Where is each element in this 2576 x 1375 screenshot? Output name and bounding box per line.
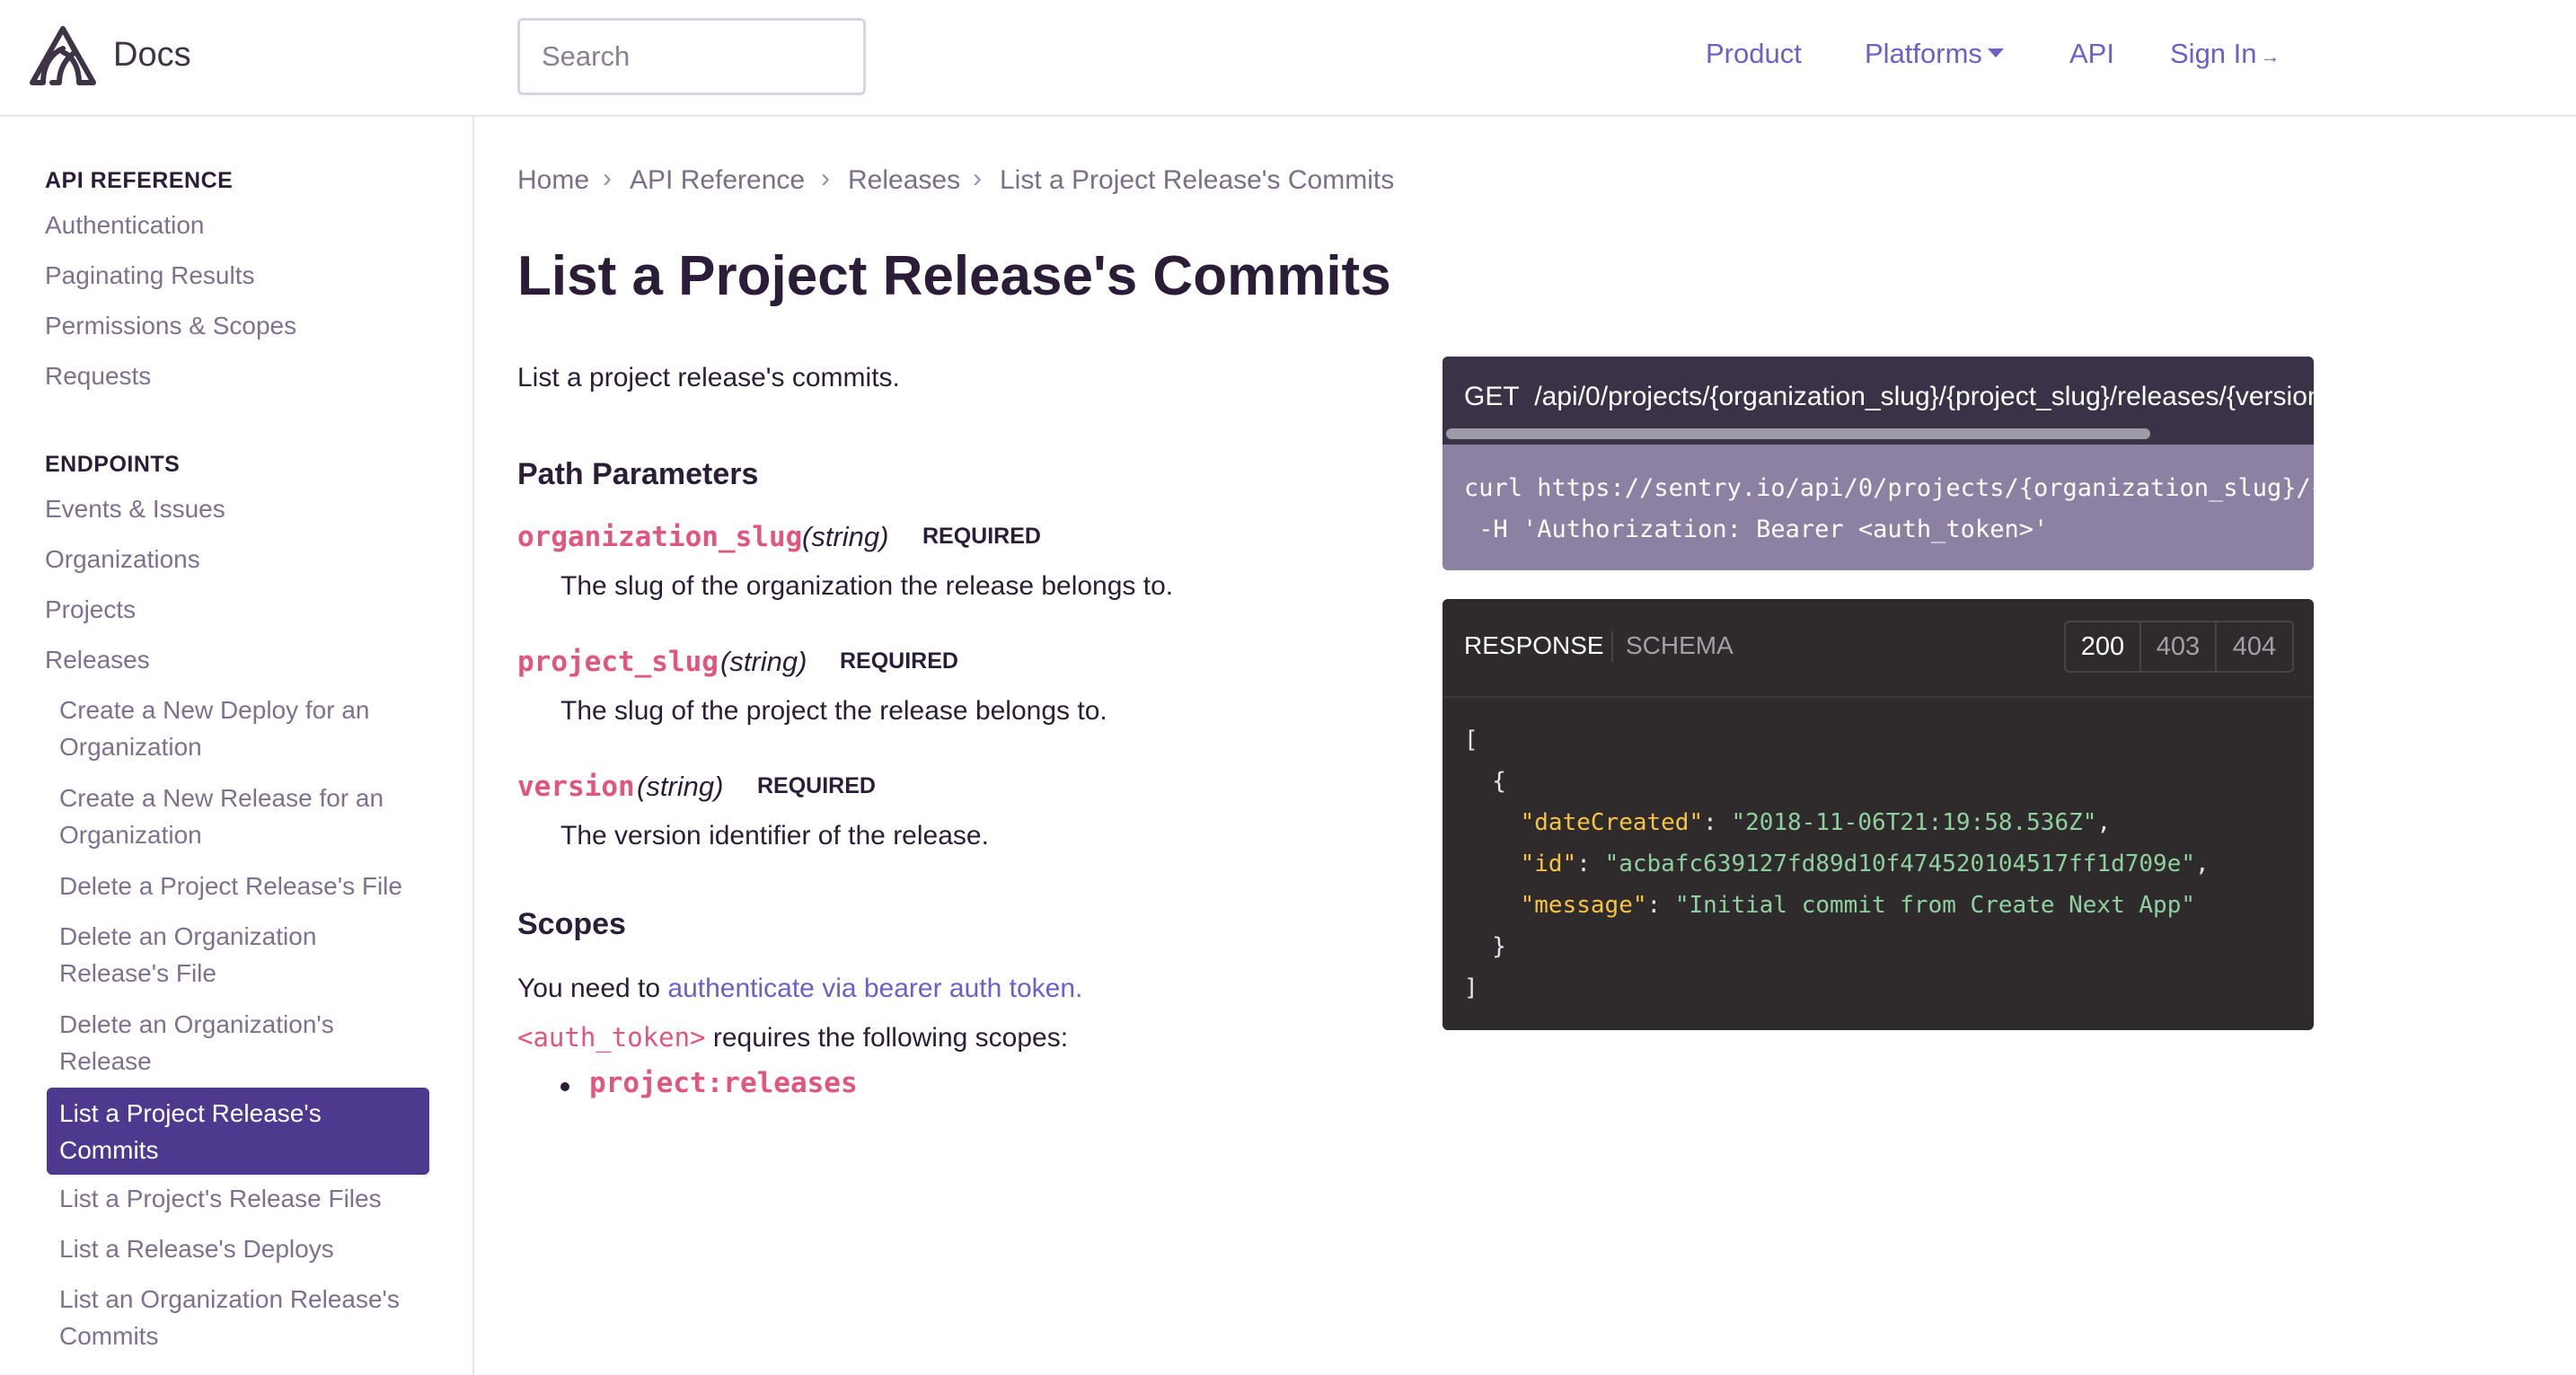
nav-api[interactable]: API [2069,38,2114,70]
param-description: The slug of the project the release belo… [560,696,1107,726]
param-description: The slug of the organization the release… [560,571,1174,601]
response-panel: RESPONSE SCHEMA 200 403 404 [ { "dateCre… [1442,599,2314,1030]
json-value: "Initial commit from Create Next App" [1674,892,2196,919]
nav-sign-in[interactable]: Sign In → [2170,38,2280,70]
sidebar-item-delete-org-release-file[interactable]: Delete an Organization Release's File [59,918,410,992]
json-value: "2018-11-06T21:19:58.536Z" [1731,809,2097,836]
curl-line: curl https://sentry.io/api/0/projects/{o… [1464,474,2314,502]
sidebar-item-list-project-release-commits[interactable]: List a Project Release's Commits [47,1088,429,1175]
scopes-sentence: You need to authenticate via bearer auth… [517,974,1082,1004]
param-name-organization-slug: organization_slug [517,521,803,553]
sidebar-item-paginating-results[interactable]: Paginating Results [45,261,254,290]
param-required-badge: REQUIRED [840,648,958,674]
top-header: Docs Product Platforms API Sign In→ [0,0,2576,117]
sidebar: API REFERENCE Authentication Paginating … [0,117,474,1375]
tab-divider [1611,631,1613,662]
caret-down-icon [1987,48,2004,57]
sidebar-item-projects[interactable]: Projects [45,595,136,624]
scope-value: project:releases [589,1067,858,1099]
breadcrumb-separator: › [603,163,612,193]
auth-token-code: <auth_token> [517,1022,706,1053]
param-required-badge: REQUIRED [922,524,1041,549]
endpoint-path: /api/0/projects/{organization_slug}/{pro… [1534,382,2314,411]
sidebar-item-delete-project-release-file[interactable]: Delete a Project Release's File [59,868,410,904]
brand-name[interactable]: Docs [113,36,191,75]
param-type: (string) [802,521,889,552]
nav-platforms-label: Platforms [1865,38,1982,69]
page-title: List a Project Release's Commits [517,245,1391,307]
nav-platforms[interactable]: Platforms [1865,38,2004,70]
search-input[interactable] [517,18,866,95]
breadcrumb-releases[interactable]: Releases [848,165,960,196]
path-parameters-heading: Path Parameters [517,457,759,491]
sentry-logo-icon[interactable] [29,25,97,90]
http-method: GET [1464,382,1520,411]
sidebar-item-authentication[interactable]: Authentication [45,211,204,240]
sidebar-item-active-label: List a Project Release's Commits [59,1099,322,1164]
sidebar-heading-endpoints: ENDPOINTS [45,452,181,477]
param-description: The version identifier of the release. [560,821,989,851]
auth-token-sentence: <auth_token> requires the following scop… [517,1022,1068,1053]
list-bullet [560,1082,569,1091]
status-404-button[interactable]: 404 [2217,622,2292,671]
curl-example: curl https://sentry.io/api/0/projects/{o… [1464,468,2314,551]
sidebar-item-permissions-scopes[interactable]: Permissions & Scopes [45,312,296,340]
request-panel: GET /api/0/projects/{organization_slug}/… [1442,357,2314,570]
response-json: [ { "dateCreated": "2018-11-06T21:19:58.… [1464,727,2210,1001]
status-code-selector: 200 403 404 [2064,621,2294,673]
sidebar-item-organizations[interactable]: Organizations [45,545,200,574]
status-200-button[interactable]: 200 [2066,622,2139,671]
param-name-version: version [517,771,635,803]
arrow-right-icon: → [2260,45,2280,67]
scopes-heading: Scopes [517,907,626,941]
response-header: RESPONSE SCHEMA 200 403 404 [1442,599,2314,698]
breadcrumb-api-reference[interactable]: API Reference [630,165,805,196]
sidebar-item-events-issues[interactable]: Events & Issues [45,495,225,524]
sidebar-item-requests[interactable]: Requests [45,362,151,391]
param-name-project-slug: project_slug [517,646,719,678]
authenticate-link[interactable]: authenticate via bearer auth token. [667,974,1082,1003]
breadcrumb-separator: › [973,163,982,193]
sidebar-item-releases[interactable]: Releases [45,646,150,674]
breadcrumb-home[interactable]: Home [517,165,589,196]
tab-schema[interactable]: SCHEMA [1626,631,1734,660]
breadcrumb-separator: › [821,163,830,193]
horizontal-scrollbar[interactable] [1446,428,2150,439]
json-value: "acbafc639127fd89d10f474520104517ff1d709… [1604,851,2196,877]
scopes-suffix: requires the following scopes: [705,1023,1069,1053]
page-intro: List a project release's commits. [517,363,900,392]
curl-line: -H 'Authorization: Bearer <auth_token>' [1464,516,2049,543]
request-endpoint-bar: GET /api/0/projects/{organization_slug}/… [1442,357,2314,445]
nav-product[interactable]: Product [1706,38,1802,70]
breadcrumb-current: List a Project Release's Commits [1000,165,1395,195]
sidebar-item-delete-org-release[interactable]: Delete an Organization's Release [59,1006,410,1080]
sidebar-item-create-deploy[interactable]: Create a New Deploy for an Organization [59,692,410,765]
param-type: (string) [720,646,807,677]
param-type: (string) [637,771,724,802]
param-required-badge: REQUIRED [757,773,876,798]
sidebar-item-list-release-deploys[interactable]: List a Release's Deploys [59,1230,410,1267]
json-key: "id" [1520,851,1577,877]
sidebar-heading-api-reference: API REFERENCE [45,168,234,193]
nav-sign-in-label: Sign In [2170,38,2257,69]
sidebar-item-create-release[interactable]: Create a New Release for an Organization [59,780,410,853]
sidebar-item-list-org-release-commits[interactable]: List an Organization Release's Commits [59,1281,410,1354]
json-key: "message" [1520,892,1647,919]
status-403-button[interactable]: 403 [2141,622,2215,671]
request-endpoint: GET /api/0/projects/{organization_slug}/… [1464,382,2314,412]
tab-response[interactable]: RESPONSE [1464,631,1604,660]
scopes-prefix: You need to [517,974,668,1003]
json-key: "dateCreated" [1520,809,1704,836]
sidebar-item-list-project-release-files[interactable]: List a Project's Release Files [59,1180,410,1217]
